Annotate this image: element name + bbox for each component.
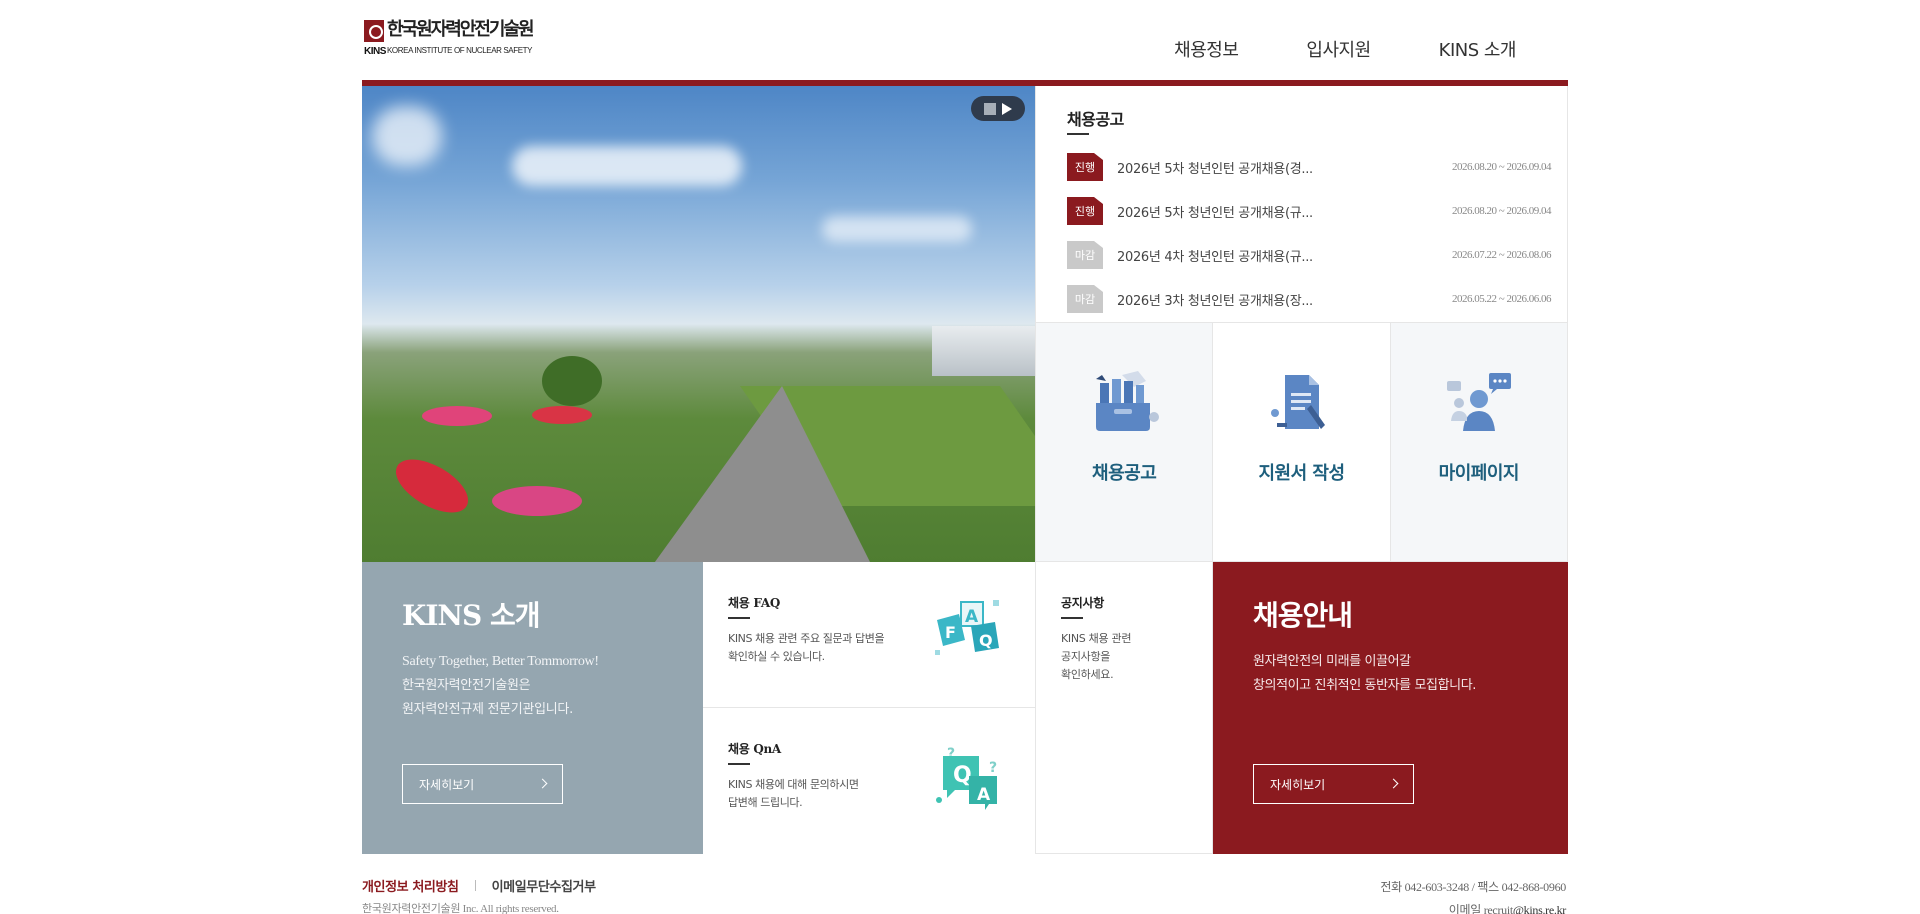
kins-intro-more-button[interactable]: 자세히보기 [402,764,563,804]
svg-text:?: ? [989,760,997,776]
tile-label: 채용공고 [1092,463,1157,484]
tile-write-application[interactable]: 지원서 작성 [1213,323,1391,561]
slideshow-control[interactable] [971,96,1025,121]
faq-panel[interactable]: 채용 FAQ KINS 채용 관련 주요 질문과 답변을 확인하실 수 있습니다… [703,562,1035,708]
hero-slideshow [362,86,1035,562]
faq-title[interactable]: 채용 FAQ [728,594,780,611]
job-posting-item[interactable]: 마감 2026년 4차 청년인턴 공개채용(규... 2026.07.22 ~ … [1067,233,1551,277]
footer: 개인정보 처리방침 이메일무단수집거부 한국원자력안전기술원 Inc. All … [362,854,1568,914]
job-posting-title[interactable]: 2026년 4차 청년인턴 공개채용(규... [1117,246,1347,265]
phone-fax: 전화 042-603-3248 / 팩스 042-868-0960 [1380,880,1566,894]
job-posting-title[interactable]: 2026년 5차 청년인턴 공개채용(경... [1117,158,1347,177]
email-label: 이메일 recruit [1448,903,1513,914]
svg-text:Q: Q [979,631,993,650]
qna-text: KINS 채용에 대해 문의하시면 [728,778,859,791]
play-icon[interactable] [1002,102,1012,115]
logo[interactable]: KINS 한국원자력안전기술원 KOREA INSTITUTE OF NUCLE… [364,18,535,58]
email-line: 이메일 recruit@kins.re.kr [1380,899,1567,914]
notice-text: 확인하세요. [1061,668,1114,681]
tile-job-posting[interactable]: 채용공고 [1036,323,1214,561]
status-badge: 진행 [1067,153,1103,181]
job-posting-period: 2026.08.20 ~ 2026.09.04 [1452,161,1551,173]
tile-label: 마이페이지 [1438,463,1520,484]
recruit-guide-text: 창의적이고 진취적인 동반자를 모집합니다. [1253,678,1477,693]
more-button-label: 자세히보기 [419,777,475,792]
recruit-guide-panel: 채용안내 원자력안전의 미래를 이끌어갈 창의적이고 진취적인 동반자를 모집합… [1213,562,1568,854]
chevron-right-icon [1388,778,1399,789]
contact-info: 전화 042-603-3248 / 팩스 042-868-0960 이메일 re… [1380,876,1566,914]
status-badge: 진행 [1067,197,1103,225]
job-posting-period: 2026.05.22 ~ 2026.06.06 [1452,293,1551,305]
job-posting-icon [1096,371,1160,431]
svg-text:A: A [977,785,991,805]
write-application-icon [1271,375,1326,429]
qna-title[interactable]: 채용 QnA [728,740,781,757]
job-posting-item[interactable]: 마감 2026년 3차 청년인턴 공개채용(장... 2026.05.22 ~ … [1067,277,1551,321]
faq-text: KINS 채용 관련 주요 질문과 답변을 [728,632,885,645]
kins-logo-icon: KINS [364,18,386,58]
job-posting-title[interactable]: 2026년 3차 청년인턴 공개채용(장... [1117,290,1347,309]
kins-intro-text: 원자력안전규제 전문기관입니다. [402,702,573,717]
footer-divider [474,880,476,891]
qna-icon: ? ? Q A [936,746,997,810]
email-refuse-link[interactable]: 이메일무단수집거부 [492,876,596,895]
job-posting-period: 2026.08.20 ~ 2026.09.04 [1452,205,1551,217]
kins-intro-slogan: Safety Together, Better Tommorrow! [402,654,599,669]
svg-text:F: F [945,623,956,642]
svg-text:A: A [965,607,979,627]
kins-intro-title: KINS 소개 [402,599,541,632]
copyright: 한국원자력안전기술원 Inc. All rights reserved. [362,903,559,914]
qna-panel[interactable]: 채용 QnA KINS 채용에 대해 문의하시면 답변해 드립니다. ? ? Q… [703,708,1035,854]
status-badge: 마감 [1067,285,1103,313]
job-posting-title[interactable]: 2026년 5차 청년인턴 공개채용(규... [1117,202,1347,221]
my-page-icon [1446,373,1511,431]
job-posting-item[interactable]: 진행 2026년 5차 청년인턴 공개채용(경... 2026.08.20 ~ … [1067,145,1551,189]
qna-text: 답변해 드립니다. [728,796,803,809]
notice-panel[interactable]: 공지사항 KINS 채용 관련 공지사항을 확인하세요. [1035,562,1213,854]
job-posting-item[interactable]: 진행 2026년 5차 청년인턴 공개채용(규... 2026.08.20 ~ … [1067,189,1551,233]
title-underline [728,617,750,619]
more-button-label: 자세히보기 [1270,777,1326,792]
logo-title-ko: 한국원자력안전기술원 [387,19,535,40]
title-underline [1061,617,1083,619]
job-posting-list: 채용공고 진행 2026년 5차 청년인턴 공개채용(경... 2026.08.… [1035,86,1568,322]
status-badge: 마감 [1067,241,1103,269]
nav-recruit-info[interactable]: 채용정보 [1174,36,1239,62]
quick-menu: 채용공고 지원서 작성 마이페이지 [1035,322,1568,562]
notice-text: 공지사항을 [1061,650,1111,663]
job-posting-period: 2026.07.22 ~ 2026.08.06 [1452,249,1551,261]
recruit-guide-more-button[interactable]: 자세히보기 [1253,764,1414,804]
title-underline [1067,133,1089,135]
page: KINS 한국원자력안전기술원 KOREA INSTITUTE OF NUCLE… [362,0,1568,914]
privacy-policy-link[interactable]: 개인정보 처리방침 [362,876,459,895]
kins-intro-panel: KINS 소개 Safety Together, Better Tommorro… [362,562,703,854]
recruit-guide-title: 채용안내 [1253,599,1353,632]
tile-my-page[interactable]: 마이페이지 [1390,323,1567,561]
stop-icon[interactable] [984,102,996,115]
kins-intro-text: 한국원자력안전기술원은 [402,678,531,693]
faq-text: 확인하실 수 있습니다. [728,650,825,663]
title-underline [728,763,750,765]
faq-icon: F A Q [935,600,999,655]
email-domain: @kins.re.kr [1512,903,1566,914]
nav-about-kins[interactable]: KINS 소개 [1439,36,1517,62]
nav-apply[interactable]: 입사지원 [1306,36,1371,62]
notice-title[interactable]: 공지사항 [1061,594,1104,611]
tile-label: 지원서 작성 [1258,463,1345,484]
job-posting-list-title[interactable]: 채용공고 [1067,106,1124,130]
logo-title-en: KOREA INSTITUTE OF NUCLEAR SAFETY [387,46,533,55]
notice-text: KINS 채용 관련 [1061,632,1132,645]
chevron-right-icon [537,778,548,789]
recruit-guide-text: 원자력안전의 미래를 이끌어갈 [1253,654,1411,669]
header: KINS 한국원자력안전기술원 KOREA INSTITUTE OF NUCLE… [362,0,1568,80]
svg-text:Q: Q [953,763,972,788]
main-nav: 채용정보 입사지원 KINS 소개 [1106,36,1516,62]
